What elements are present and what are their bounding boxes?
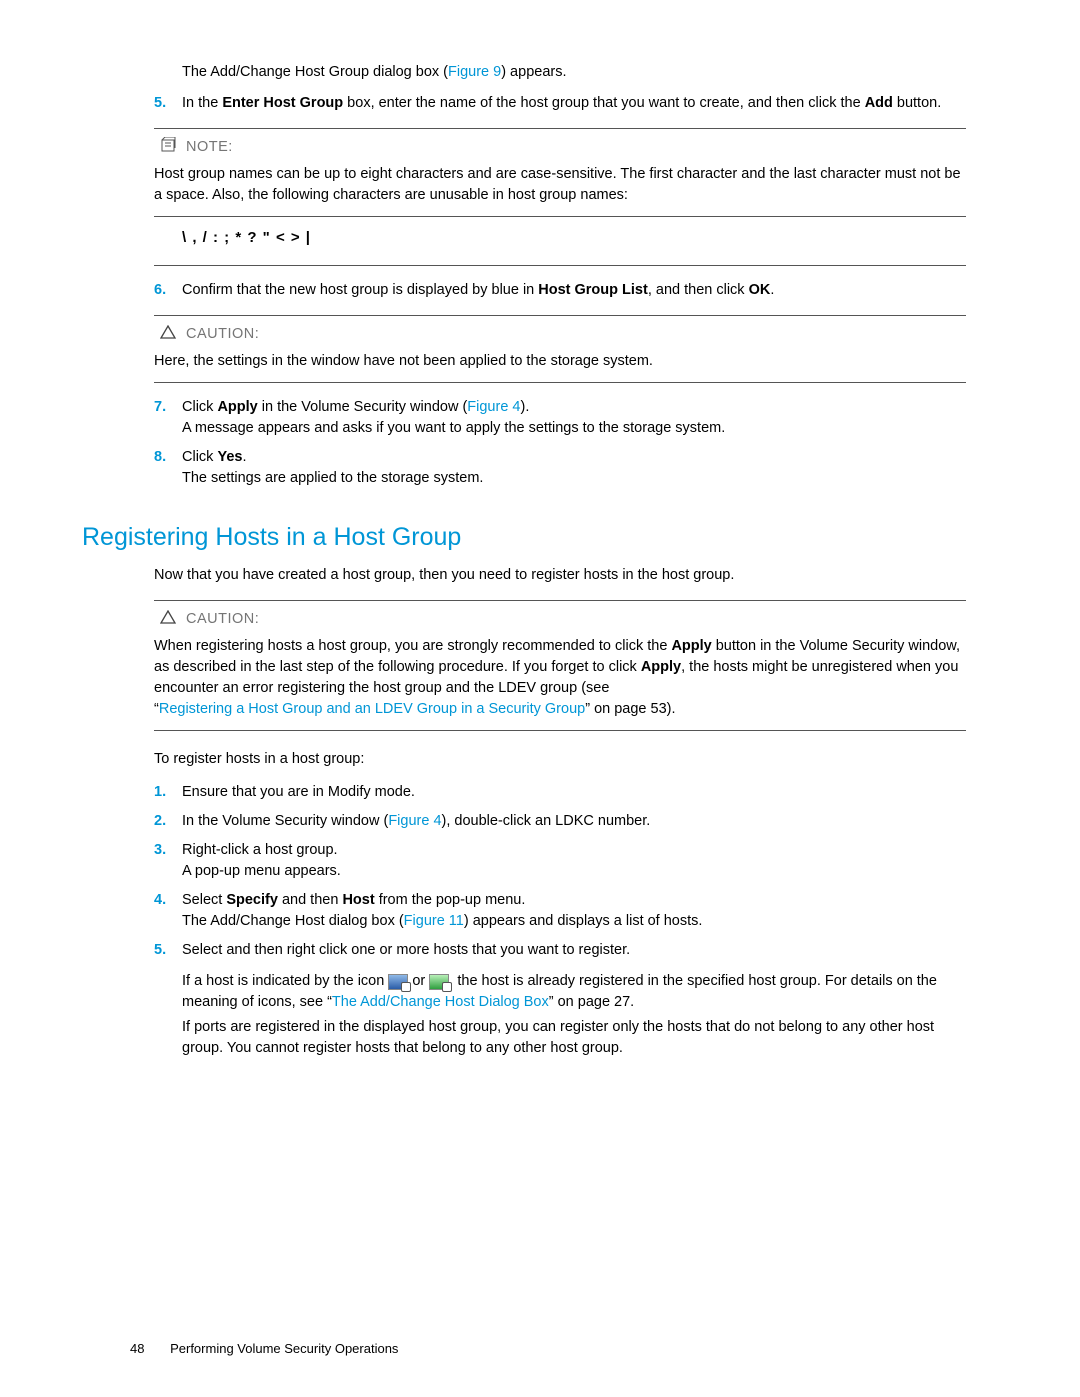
step-body: Click Yes. The settings are applied to t… [182, 447, 483, 489]
text: The Add/Change Host Group dialog box ( [182, 64, 448, 80]
forbidden-chars: \ , / : ; * ? " < > | [182, 227, 966, 249]
note-icon [160, 137, 178, 160]
step-number: 2. [154, 811, 182, 832]
step-2-4: 4. Select Specify and then Host from the… [154, 890, 966, 932]
caution-body: When registering hosts a host group, you… [154, 636, 966, 720]
caution-title: CAUTION: [186, 324, 966, 345]
step-body: Click Apply in the Volume Security windo… [182, 397, 725, 439]
caution-icon [160, 609, 176, 631]
step-body: In the Volume Security window (Figure 4)… [182, 811, 650, 832]
figure-9-link[interactable]: Figure 9 [448, 64, 501, 80]
add-change-host-link[interactable]: The Add/Change Host Dialog Box [332, 994, 549, 1010]
caution-body: Here, the settings in the window have no… [154, 351, 966, 372]
dialog-intro: The Add/Change Host Group dialog box (Fi… [182, 62, 966, 83]
section-heading: Registering Hosts in a Host Group [82, 519, 966, 555]
figure-4-link[interactable]: Figure 4 [388, 813, 441, 829]
registering-link[interactable]: Registering a Host Group and an LDEV Gro… [159, 701, 585, 717]
divider [154, 216, 966, 217]
figure-4-link[interactable]: Figure 4 [467, 399, 520, 415]
step-body: Select Specify and then Host from the po… [182, 890, 702, 932]
procedure-intro: To register hosts in a host group: [154, 749, 966, 770]
page-number: 48 [130, 1341, 144, 1356]
text: ) appears. [501, 64, 566, 80]
caution-title: CAUTION: [186, 609, 966, 630]
step-2-3: 3. Right-click a host group. A pop-up me… [154, 840, 966, 882]
step-number: 7. [154, 397, 182, 439]
step-number: 3. [154, 840, 182, 882]
host-icon-registered-a [388, 974, 408, 990]
figure-11-link[interactable]: Figure 11 [404, 913, 464, 929]
caution-icon [160, 324, 176, 346]
note-box: NOTE: Host group names can be up to eigh… [154, 128, 966, 266]
step-number: 6. [154, 280, 182, 301]
host-icon-registered-b [429, 974, 449, 990]
step-number: 4. [154, 890, 182, 932]
step-7: 7. Click Apply in the Volume Security wi… [154, 397, 966, 439]
note-title: NOTE: [186, 137, 966, 158]
step-5: 5. In the Enter Host Group box, enter th… [154, 93, 966, 114]
step-body: In the Enter Host Group box, enter the n… [182, 93, 941, 114]
step-body: Ensure that you are in Modify mode. [182, 782, 415, 803]
caution-box-2: CAUTION: When registering hosts a host g… [154, 600, 966, 731]
page-footer: 48 Performing Volume Security Operations [130, 1340, 398, 1359]
step-number: 5. [154, 940, 182, 1059]
section-intro: Now that you have created a host group, … [154, 565, 966, 586]
step-number: 5. [154, 93, 182, 114]
step-body: Confirm that the new host group is displ… [182, 280, 774, 301]
step-body: Right-click a host group. A pop-up menu … [182, 840, 341, 882]
caution-box-1: CAUTION: Here, the settings in the windo… [154, 315, 966, 383]
step-number: 8. [154, 447, 182, 489]
step-2-1: 1. Ensure that you are in Modify mode. [154, 782, 966, 803]
step-2-5: 5. Select and then right click one or mo… [154, 940, 966, 1059]
step-8: 8. Click Yes. The settings are applied t… [154, 447, 966, 489]
step-body: Select and then right click one or more … [182, 940, 966, 1059]
footer-title: Performing Volume Security Operations [170, 1341, 398, 1356]
document-page: The Add/Change Host Group dialog box (Fi… [0, 0, 1080, 1397]
step-6: 6. Confirm that the new host group is di… [154, 280, 966, 301]
step-2-2: 2. In the Volume Security window (Figure… [154, 811, 966, 832]
note-body: Host group names can be up to eight char… [154, 164, 966, 206]
step-number: 1. [154, 782, 182, 803]
